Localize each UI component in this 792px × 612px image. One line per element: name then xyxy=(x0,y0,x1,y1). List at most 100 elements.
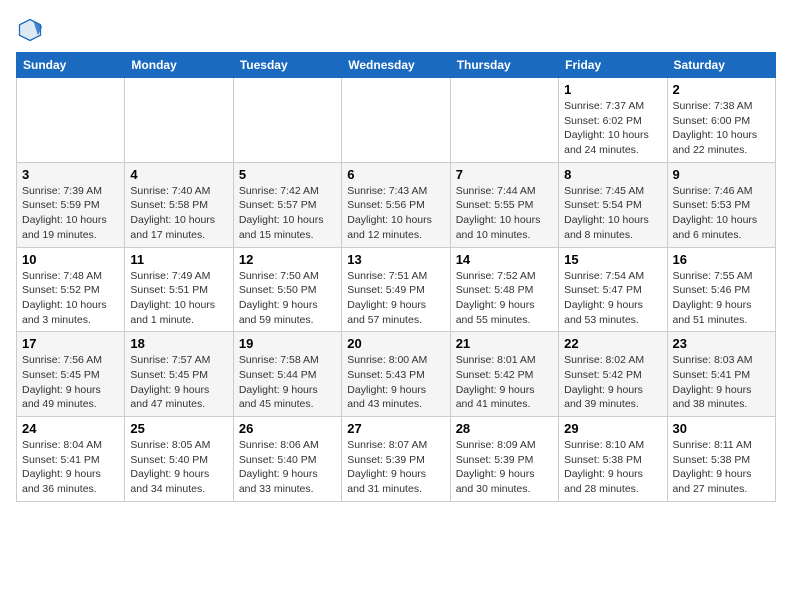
day-info: Sunrise: 7:37 AM Sunset: 6:02 PM Dayligh… xyxy=(564,99,661,158)
day-number: 5 xyxy=(239,167,336,182)
day-info: Sunrise: 7:55 AM Sunset: 5:46 PM Dayligh… xyxy=(673,269,770,328)
col-header-wednesday: Wednesday xyxy=(342,53,450,78)
day-info: Sunrise: 8:09 AM Sunset: 5:39 PM Dayligh… xyxy=(456,438,553,497)
calendar-cell: 5Sunrise: 7:42 AM Sunset: 5:57 PM Daylig… xyxy=(233,162,341,247)
day-info: Sunrise: 8:01 AM Sunset: 5:42 PM Dayligh… xyxy=(456,353,553,412)
day-number: 6 xyxy=(347,167,444,182)
calendar-table: SundayMondayTuesdayWednesdayThursdayFrid… xyxy=(16,52,776,502)
day-number: 24 xyxy=(22,421,119,436)
day-info: Sunrise: 7:57 AM Sunset: 5:45 PM Dayligh… xyxy=(130,353,227,412)
day-number: 23 xyxy=(673,336,770,351)
day-info: Sunrise: 7:54 AM Sunset: 5:47 PM Dayligh… xyxy=(564,269,661,328)
day-number: 4 xyxy=(130,167,227,182)
calendar-week-4: 17 Sunrise: 7:56 AM Sunset: 5:45 PM Dayli… xyxy=(17,332,776,417)
col-header-friday: Friday xyxy=(559,53,667,78)
day-number: 1 xyxy=(564,82,661,97)
calendar-cell: 28 Sunrise: 8:09 AM Sunset: 5:39 PM Dayli… xyxy=(450,417,558,502)
logo-icon xyxy=(16,16,44,44)
calendar-cell xyxy=(233,78,341,163)
calendar-cell: 23 Sunrise: 8:03 AM Sunset: 5:41 PM Dayli… xyxy=(667,332,775,417)
calendar-cell: 14Sunrise: 7:52 AM Sunset: 5:48 PM Dayli… xyxy=(450,247,558,332)
day-info: Sunrise: 7:40 AM Sunset: 5:58 PM Dayligh… xyxy=(130,184,227,243)
calendar-header: SundayMondayTuesdayWednesdayThursdayFrid… xyxy=(17,53,776,78)
day-number: 15 xyxy=(564,252,661,267)
col-header-thursday: Thursday xyxy=(450,53,558,78)
calendar-cell xyxy=(17,78,125,163)
calendar-cell xyxy=(342,78,450,163)
day-info: Sunrise: 7:43 AM Sunset: 5:56 PM Dayligh… xyxy=(347,184,444,243)
calendar-cell: 27Sunrise: 8:07 AM Sunset: 5:39 PM Dayli… xyxy=(342,417,450,502)
day-number: 28 xyxy=(456,421,553,436)
day-number: 10 xyxy=(22,252,119,267)
day-info: Sunrise: 8:10 AM Sunset: 5:38 PM Dayligh… xyxy=(564,438,661,497)
calendar-cell: 12 Sunrise: 7:50 AM Sunset: 5:50 PM Dayli… xyxy=(233,247,341,332)
day-number: 12 xyxy=(239,252,336,267)
calendar-cell: 2 Sunrise: 7:38 AM Sunset: 6:00 PM Daylig… xyxy=(667,78,775,163)
calendar-cell: 25Sunrise: 8:05 AM Sunset: 5:40 PM Dayli… xyxy=(125,417,233,502)
day-info: Sunrise: 8:02 AM Sunset: 5:42 PM Dayligh… xyxy=(564,353,661,412)
calendar-cell: 29 Sunrise: 8:10 AM Sunset: 5:38 PM Dayli… xyxy=(559,417,667,502)
day-info: Sunrise: 7:48 AM Sunset: 5:52 PM Dayligh… xyxy=(22,269,119,328)
calendar-cell: 17 Sunrise: 7:56 AM Sunset: 5:45 PM Dayli… xyxy=(17,332,125,417)
day-number: 17 xyxy=(22,336,119,351)
calendar-cell: 4 Sunrise: 7:40 AM Sunset: 5:58 PM Daylig… xyxy=(125,162,233,247)
calendar-week-1: 1 Sunrise: 7:37 AM Sunset: 6:02 PM Daylig… xyxy=(17,78,776,163)
day-info: Sunrise: 7:45 AM Sunset: 5:54 PM Dayligh… xyxy=(564,184,661,243)
day-info: Sunrise: 7:52 AM Sunset: 5:48 PM Dayligh… xyxy=(456,269,553,328)
calendar-week-5: 24 Sunrise: 8:04 AM Sunset: 5:41 PM Dayli… xyxy=(17,417,776,502)
day-number: 30 xyxy=(673,421,770,436)
day-info: Sunrise: 7:49 AM Sunset: 5:51 PM Dayligh… xyxy=(130,269,227,328)
calendar-cell: 20 Sunrise: 8:00 AM Sunset: 5:43 PM Dayli… xyxy=(342,332,450,417)
day-info: Sunrise: 7:38 AM Sunset: 6:00 PM Dayligh… xyxy=(673,99,770,158)
day-info: Sunrise: 7:44 AM Sunset: 5:55 PM Dayligh… xyxy=(456,184,553,243)
page-header xyxy=(16,16,776,44)
calendar-cell: 1 Sunrise: 7:37 AM Sunset: 6:02 PM Daylig… xyxy=(559,78,667,163)
header-row: SundayMondayTuesdayWednesdayThursdayFrid… xyxy=(17,53,776,78)
calendar-cell: 11 Sunrise: 7:49 AM Sunset: 5:51 PM Dayli… xyxy=(125,247,233,332)
calendar-cell: 22 Sunrise: 8:02 AM Sunset: 5:42 PM Dayli… xyxy=(559,332,667,417)
calendar-cell: 30 Sunrise: 8:11 AM Sunset: 5:38 PM Dayli… xyxy=(667,417,775,502)
day-number: 8 xyxy=(564,167,661,182)
day-number: 21 xyxy=(456,336,553,351)
calendar-cell: 9 Sunrise: 7:46 AM Sunset: 5:53 PM Daylig… xyxy=(667,162,775,247)
calendar-cell: 21 Sunrise: 8:01 AM Sunset: 5:42 PM Dayli… xyxy=(450,332,558,417)
day-info: Sunrise: 7:39 AM Sunset: 5:59 PM Dayligh… xyxy=(22,184,119,243)
col-header-monday: Monday xyxy=(125,53,233,78)
calendar-cell: 10 Sunrise: 7:48 AM Sunset: 5:52 PM Dayli… xyxy=(17,247,125,332)
calendar-cell: 7 Sunrise: 7:44 AM Sunset: 5:55 PM Daylig… xyxy=(450,162,558,247)
day-number: 13 xyxy=(347,252,444,267)
calendar-cell xyxy=(450,78,558,163)
col-header-saturday: Saturday xyxy=(667,53,775,78)
day-info: Sunrise: 8:00 AM Sunset: 5:43 PM Dayligh… xyxy=(347,353,444,412)
day-number: 25 xyxy=(130,421,227,436)
day-info: Sunrise: 8:11 AM Sunset: 5:38 PM Dayligh… xyxy=(673,438,770,497)
calendar-cell: 26Sunrise: 8:06 AM Sunset: 5:40 PM Dayli… xyxy=(233,417,341,502)
day-number: 19 xyxy=(239,336,336,351)
logo xyxy=(16,16,48,44)
day-info: Sunrise: 7:46 AM Sunset: 5:53 PM Dayligh… xyxy=(673,184,770,243)
day-info: Sunrise: 7:58 AM Sunset: 5:44 PM Dayligh… xyxy=(239,353,336,412)
calendar-cell: 19 Sunrise: 7:58 AM Sunset: 5:44 PM Dayli… xyxy=(233,332,341,417)
day-info: Sunrise: 7:56 AM Sunset: 5:45 PM Dayligh… xyxy=(22,353,119,412)
day-number: 2 xyxy=(673,82,770,97)
day-number: 11 xyxy=(130,252,227,267)
calendar-cell xyxy=(125,78,233,163)
day-number: 20 xyxy=(347,336,444,351)
day-number: 7 xyxy=(456,167,553,182)
calendar-week-3: 10 Sunrise: 7:48 AM Sunset: 5:52 PM Dayli… xyxy=(17,247,776,332)
day-info: Sunrise: 7:50 AM Sunset: 5:50 PM Dayligh… xyxy=(239,269,336,328)
calendar-cell: 6 Sunrise: 7:43 AM Sunset: 5:56 PM Daylig… xyxy=(342,162,450,247)
col-header-sunday: Sunday xyxy=(17,53,125,78)
calendar-cell: 13Sunrise: 7:51 AM Sunset: 5:49 PM Dayli… xyxy=(342,247,450,332)
day-number: 9 xyxy=(673,167,770,182)
day-info: Sunrise: 8:03 AM Sunset: 5:41 PM Dayligh… xyxy=(673,353,770,412)
day-number: 22 xyxy=(564,336,661,351)
day-number: 29 xyxy=(564,421,661,436)
day-info: Sunrise: 8:04 AM Sunset: 5:41 PM Dayligh… xyxy=(22,438,119,497)
day-number: 16 xyxy=(673,252,770,267)
calendar-cell: 24 Sunrise: 8:04 AM Sunset: 5:41 PM Dayli… xyxy=(17,417,125,502)
calendar-body: 1 Sunrise: 7:37 AM Sunset: 6:02 PM Daylig… xyxy=(17,78,776,502)
day-number: 27 xyxy=(347,421,444,436)
calendar-cell: 3Sunrise: 7:39 AM Sunset: 5:59 PM Daylig… xyxy=(17,162,125,247)
day-number: 26 xyxy=(239,421,336,436)
